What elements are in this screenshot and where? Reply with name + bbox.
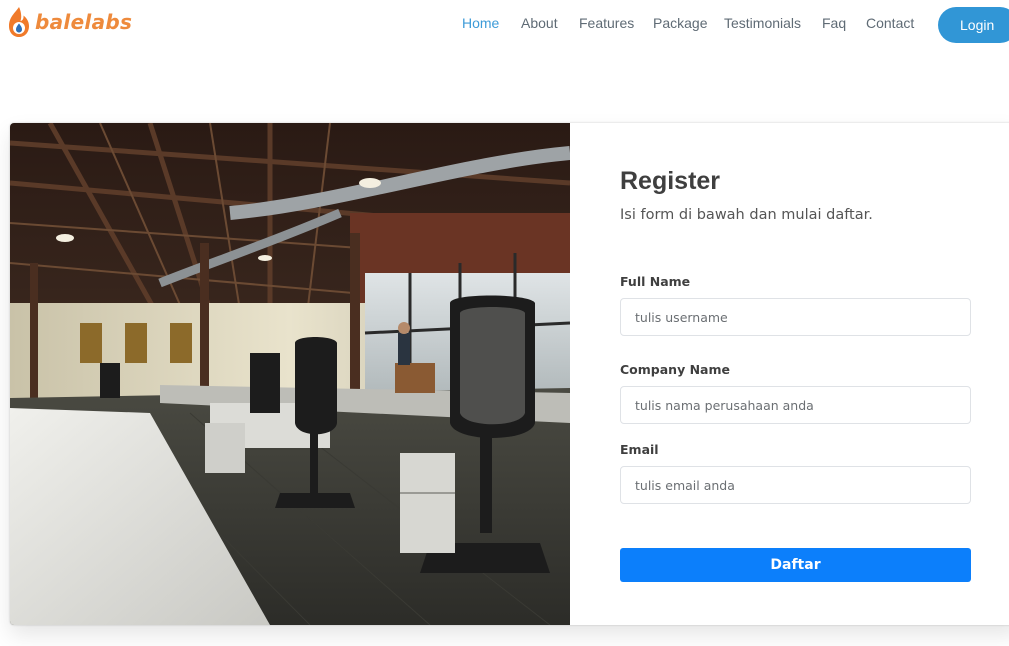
daftar-button[interactable]: Daftar [620, 548, 971, 582]
company-name-label: Company Name [620, 362, 730, 377]
email-label: Email [620, 442, 659, 457]
nav-about[interactable]: About [521, 15, 558, 31]
nav-testimonials[interactable]: Testimonials [724, 15, 801, 31]
company-name-input[interactable] [620, 386, 971, 424]
nav-features[interactable]: Features [579, 15, 634, 31]
nav-home[interactable]: Home [462, 15, 499, 31]
form-subtitle: Isi form di bawah dan mulai daftar. [620, 207, 873, 223]
register-card: Register Isi form di bawah dan mulai daf… [10, 123, 1009, 625]
nav-faq[interactable]: Faq [822, 15, 846, 31]
email-input[interactable] [620, 466, 971, 504]
site-header: balelabs Home About Features Package Tes… [0, 0, 1009, 50]
page-title: Register [620, 167, 721, 195]
login-button[interactable]: Login [938, 7, 1009, 43]
main-nav: Home About Features Package Testimonials… [0, 0, 1009, 50]
register-form: Register Isi form di bawah dan mulai daf… [570, 123, 1009, 625]
full-name-input[interactable] [620, 298, 971, 336]
nav-package[interactable]: Package [653, 15, 707, 31]
office-interior-photo [10, 123, 570, 625]
nav-contact[interactable]: Contact [866, 15, 914, 31]
full-name-label: Full Name [620, 274, 691, 289]
